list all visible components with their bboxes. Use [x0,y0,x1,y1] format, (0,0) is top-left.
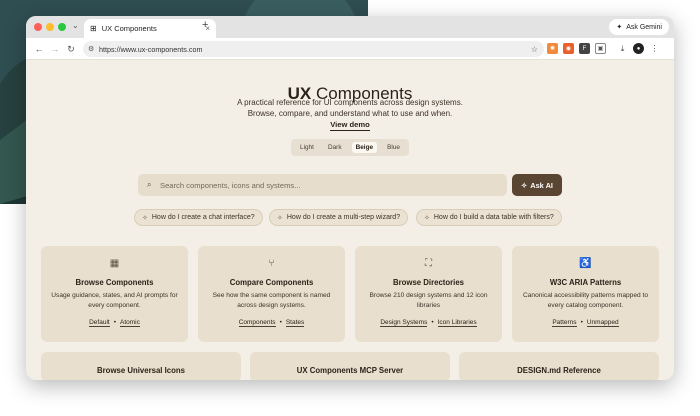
card-w3c-aria-patterns[interactable]: ♿ W3C ARIA Patterns Canonical accessibil… [512,246,659,342]
card-design-md-reference[interactable]: DESIGN.md Reference [459,352,659,380]
new-tab-button[interactable]: + [202,19,208,31]
ask-ai-label: Ask AI [530,180,553,190]
theme-beige[interactable]: Beige [351,142,378,153]
card-link-design-systems[interactable]: Design Systems [380,319,428,327]
address-bar[interactable]: ⚙ https://www.ux-components.com ☆ [83,41,544,57]
forward-arrow-icon[interactable]: → [48,42,62,56]
bookmark-star-icon[interactable]: ☆ [531,45,538,54]
theme-dark[interactable]: Dark [324,142,346,153]
suggestion-label: How do I create a multi-step wizard? [286,214,401,221]
search-input[interactable]: Search components, icons and systems... [138,174,507,196]
extension-orange-icon[interactable]: ✺ [547,43,558,54]
suggestion-label: How do I build a data table with filters… [433,214,554,221]
card-description: Canonical accessibility patterns mapped … [523,292,648,309]
tab-ux-components[interactable]: ⊞ UX Components × [84,19,216,38]
card-browse-directories[interactable]: ⛶ Browse Directories Browse 210 design s… [355,246,502,342]
zoom-window-button[interactable] [58,23,66,31]
sparkle-icon: ✧ [277,214,283,222]
card-title: Browse Components [75,278,154,287]
tab-list-chevron-icon[interactable]: ⌄ [72,21,79,30]
page-content: UX Components A practical reference for … [26,60,674,380]
link-separator: • [279,319,282,326]
card-link-patterns[interactable]: Patterns [552,319,577,327]
card-title: Compare Components [229,278,314,287]
card-link-icon-libraries[interactable]: Icon Libraries [437,319,477,327]
ask-ai-button[interactable]: ✧ Ask AI [512,174,562,196]
card-title: W3C ARIA Patterns [549,278,622,287]
search-icon: ⌕ [147,180,152,189]
minimize-window-button[interactable] [46,23,54,31]
hero-line-2: Browse, compare, and understand what to … [247,109,453,118]
download-icon[interactable]: ⤓ [617,43,628,54]
card-title: DESIGN.md Reference [517,366,601,375]
card-title: Browse Directories [392,278,465,287]
tab-strip: ⌄ ⊞ UX Components × + ✦ Ask Gemini [26,16,674,38]
theme-light[interactable]: Light [296,142,318,153]
url-text: https://www.ux-components.com [99,44,203,54]
card-link-atomic[interactable]: Atomic [120,319,140,327]
extension-rss-icon[interactable]: ◉ [563,43,574,54]
card-browse-components[interactable]: ▦ Browse Components Usage guidance, stat… [41,246,188,342]
sparkle-icon: ✧ [521,180,528,190]
ask-gemini-label: Ask Gemini [626,23,662,31]
suggestion-chat-interface[interactable]: ✧ How do I create a chat interface? [134,209,263,226]
extension-f-icon[interactable]: F [579,43,590,54]
back-arrow-icon[interactable]: ← [32,42,46,56]
tab-title: UX Components [101,24,157,33]
card-compare-components[interactable]: ⑂ Compare Components See how the same co… [198,246,345,342]
browser-window: ⌄ ⊞ UX Components × + ✦ Ask Gemini ← → ↻… [26,16,674,380]
card-description: See how the same component is named acro… [212,292,331,309]
ask-gemini-button[interactable]: ✦ Ask Gemini [609,19,669,35]
close-window-button[interactable] [34,23,42,31]
site-favicon-icon: ⊞ [90,24,97,33]
suggestion-label: How do I create a chat interface? [151,214,255,221]
reload-icon[interactable]: ↻ [64,42,78,56]
view-demo-link[interactable]: View demo [26,120,674,131]
view-demo-label: View demo [330,120,370,131]
card-link-default[interactable]: Default [89,319,110,327]
suggestion-multi-step-wizard[interactable]: ✧ How do I create a multi-step wizard? [269,209,409,226]
card-browse-universal-icons[interactable]: Browse Universal Icons [41,352,241,380]
card-link-unmapped[interactable]: Unmapped [586,319,619,327]
card-description: Usage guidance, states, and AI prompts f… [51,292,178,309]
merge-arrows-icon: ⑂ [268,258,275,269]
theme-blue[interactable]: Blue [383,142,404,153]
suggestion-data-table[interactable]: ✧ How do I build a data table with filter… [416,209,562,226]
hero-line-1: A practical reference for UI components … [237,98,463,107]
link-separator: • [431,319,434,326]
card-title: UX Components MCP Server [296,366,404,375]
sparkle-icon: ✧ [142,214,148,222]
scan-icon: ⛶ [425,258,432,269]
extensions-puzzle-icon[interactable]: ▣ [595,43,606,54]
site-settings-icon[interactable]: ⚙ [88,45,94,53]
profile-avatar[interactable]: ● [633,43,644,54]
accessibility-icon: ♿ [579,258,592,269]
sparkle-icon: ✦ [616,24,623,31]
card-description: Browse 210 design systems and 12 icon li… [369,292,488,309]
card-link-states[interactable]: States [285,319,305,327]
card-link-components[interactable]: Components [238,319,276,327]
theme-switcher: Light Dark Beige Blue [291,139,409,156]
browser-menu-icon[interactable]: ⋮ [649,43,660,54]
card-mcp-server[interactable]: UX Components MCP Server [250,352,450,380]
card-title: Browse Universal Icons [97,366,185,375]
link-separator: • [580,319,583,326]
browser-toolbar: ← → ↻ ⚙ https://www.ux-components.com ☆ … [26,38,674,60]
link-separator: • [113,319,116,326]
sparkle-icon: ✧ [424,214,430,222]
grid-icon: ▦ [109,258,120,269]
